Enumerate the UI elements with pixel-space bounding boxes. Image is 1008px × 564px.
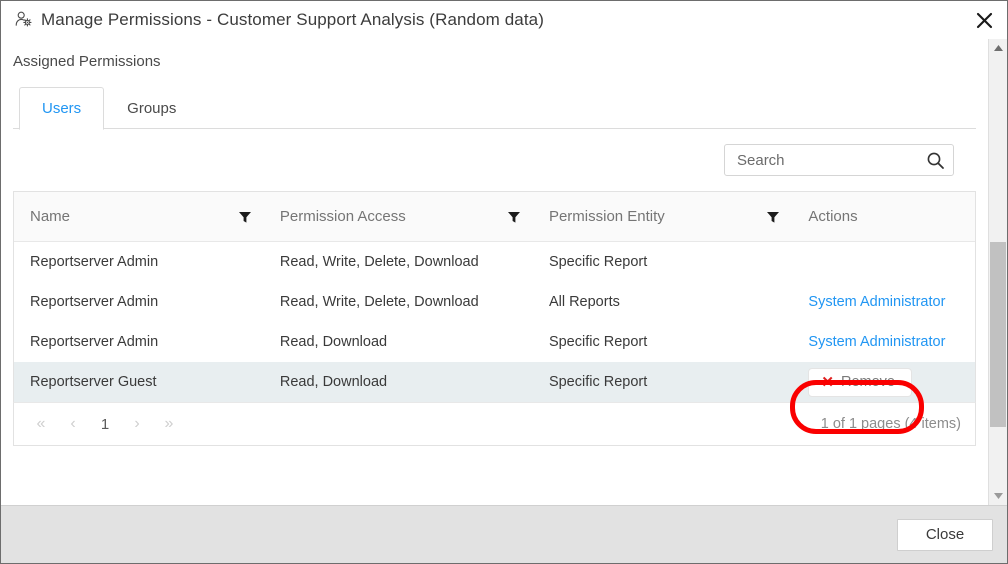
- table-row[interactable]: Reportserver Admin Read, Download Specif…: [14, 322, 975, 362]
- pager-page-1[interactable]: 1: [92, 411, 118, 437]
- cell-permission-access: Read, Download: [263, 362, 533, 402]
- cell-permission-access: Read, Write, Delete, Download: [263, 241, 533, 282]
- search-input[interactable]: [735, 150, 926, 170]
- permissions-grid: Name Permission Access Permission Entity…: [13, 191, 976, 402]
- close-button[interactable]: Close: [897, 518, 993, 551]
- dialog-title: Manage Permissions - Customer Support An…: [41, 10, 544, 29]
- pager-first-button[interactable]: «: [28, 411, 54, 437]
- system-administrator-link[interactable]: System Administrator: [808, 334, 945, 350]
- remove-button[interactable]: ✕ Remove: [808, 367, 912, 397]
- vertical-scrollbar[interactable]: [988, 39, 1007, 505]
- column-header-actions[interactable]: Actions: [792, 192, 975, 242]
- cell-actions: [792, 241, 975, 282]
- pager-next-button[interactable]: ›: [124, 411, 150, 437]
- filter-icon[interactable]: [507, 210, 521, 224]
- column-label-permission-access: Permission Access: [279, 208, 406, 225]
- cell-name: Reportserver Admin: [14, 322, 264, 362]
- grid-pager: « ‹ 1 › » 1 of 1 pages (4 items): [13, 402, 976, 446]
- caret-up-icon[interactable]: [989, 39, 1007, 57]
- cell-permission-entity: Specific Report: [532, 241, 793, 282]
- filter-icon[interactable]: [766, 210, 780, 224]
- search-icon[interactable]: [926, 151, 945, 170]
- system-administrator-link[interactable]: System Administrator: [808, 294, 945, 310]
- cell-actions: System Administrator: [792, 282, 975, 322]
- dialog-footer: Close: [1, 505, 1007, 563]
- close-x-icon: ✕: [821, 373, 834, 391]
- grid-toolbar: [1, 129, 988, 191]
- table-row[interactable]: Reportserver Admin Read, Write, Delete, …: [14, 241, 975, 282]
- column-label-name: Name: [30, 208, 71, 225]
- search-box[interactable]: [724, 144, 954, 176]
- cell-permission-entity: Specific Report: [532, 322, 793, 362]
- tab-users[interactable]: Users: [19, 87, 105, 130]
- caret-down-icon[interactable]: [989, 487, 1007, 505]
- column-label-permission-entity: Permission Entity: [548, 208, 665, 225]
- scrollbar-thumb[interactable]: [990, 241, 1006, 427]
- assigned-permissions-label: Assigned Permissions: [13, 53, 161, 70]
- table-row[interactable]: Reportserver Guest Read, Download Specif…: [14, 362, 975, 402]
- dialog-content-area: Assigned Permissions Users Groups Search…: [1, 39, 1007, 505]
- scrollbar-track[interactable]: [989, 57, 1007, 487]
- remove-button-label: Remove: [840, 373, 895, 390]
- cell-actions: ✕ Remove: [792, 362, 975, 402]
- column-header-permission-entity[interactable]: Permission Entity: [532, 192, 793, 242]
- cell-permission-entity: All Reports: [532, 282, 793, 322]
- cell-name: Reportserver Guest: [14, 362, 264, 402]
- permissions-tabs: Users Groups: [1, 86, 988, 130]
- cell-actions: System Administrator: [792, 322, 975, 362]
- user-settings-icon: [13, 9, 35, 31]
- tab-groups[interactable]: Groups: [104, 87, 199, 129]
- cell-permission-entity: Specific Report: [532, 362, 793, 402]
- manage-permissions-dialog: Manage Permissions - Customer Support An…: [0, 0, 1008, 564]
- dialog-titlebar: Manage Permissions - Customer Support An…: [1, 1, 1007, 39]
- pager-info: 1 of 1 pages (4 items): [820, 416, 961, 432]
- pager-last-button[interactable]: »: [156, 411, 182, 437]
- dialog-content: Assigned Permissions Users Groups Search…: [1, 39, 988, 505]
- close-icon[interactable]: [971, 7, 997, 33]
- table-header-row: Name Permission Access Permission Entity…: [14, 192, 975, 242]
- cell-name: Reportserver Admin: [14, 241, 264, 282]
- cell-permission-access: Read, Download: [263, 322, 533, 362]
- table-row[interactable]: Reportserver Admin Read, Write, Delete, …: [14, 282, 975, 322]
- column-label-actions: Actions: [808, 208, 858, 225]
- column-header-permission-access[interactable]: Permission Access: [263, 192, 533, 242]
- filter-icon[interactable]: [238, 210, 252, 224]
- pager-prev-button[interactable]: ‹: [60, 411, 86, 437]
- column-header-name[interactable]: Name: [14, 192, 264, 242]
- cell-permission-access: Read, Write, Delete, Download: [263, 282, 533, 322]
- cell-name: Reportserver Admin: [14, 282, 264, 322]
